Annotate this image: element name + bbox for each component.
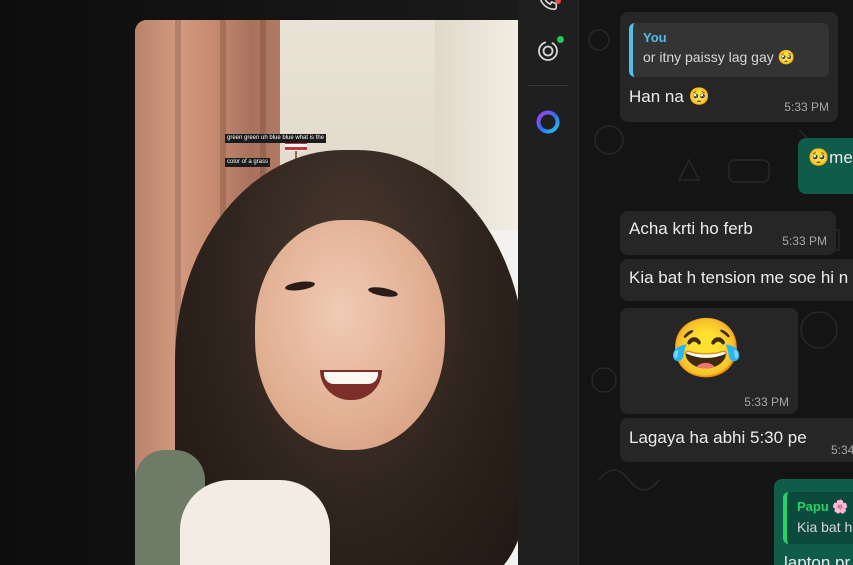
message-text: Kia bat h tension me soe hi n [629, 268, 849, 287]
caption-line: green green uh blue blue what is the [225, 134, 327, 143]
message-time: 5:33 PM [782, 234, 827, 248]
message-bubble-incoming[interactable]: Kia bat h tension me soe hi n [620, 259, 853, 301]
message-time: 5:34 [831, 443, 853, 457]
status-icon[interactable] [535, 36, 564, 64]
message-bubble-incoming[interactable]: You or itny paissy lag gay 🥺 Han na 🥺 5:… [620, 12, 838, 122]
laughing-emoji: 😂 [670, 316, 743, 381]
message-text: lapton pr [784, 553, 851, 565]
rail-divider [528, 85, 568, 86]
quote-sender: Papu 🌸 [797, 499, 849, 514]
quoted-message[interactable]: Papu 🌸 Kia bat h [783, 492, 853, 544]
screen: 10-2-8 green green uh blue blue what is … [0, 0, 853, 565]
message-bubble-outgoing[interactable]: 🥺me [798, 138, 853, 194]
message-text: Han na 🥺 [629, 87, 710, 106]
message-time: 5:33 PM [744, 395, 789, 409]
quoted-message[interactable]: You or itny paissy lag gay 🥺 [629, 23, 829, 77]
video-player[interactable]: 10-2-8 green green uh blue blue what is … [135, 20, 518, 565]
meta-ai-icon[interactable] [535, 109, 561, 135]
quote-sender: You [643, 30, 667, 45]
message-bubble-incoming[interactable]: Lagaya ha abhi 5:30 pe 5:34 [620, 418, 853, 462]
person-shoulder [180, 480, 330, 565]
quote-text: or itny paissy lag gay 🥺 [643, 49, 796, 65]
message-text: 🥺me [808, 148, 853, 167]
message-text: Lagaya ha abhi 5:30 pe [629, 428, 807, 447]
message-text: Acha krti ho ferb [629, 219, 753, 238]
nav-rail [518, 0, 579, 565]
message-bubble-incoming[interactable]: Acha krti ho ferb 5:33 PM [620, 211, 836, 255]
video-caption: green green uh blue blue what is the col… [225, 126, 345, 174]
caption-line: color of a grass [225, 158, 271, 167]
message-bubble-incoming[interactable]: 😂 5:33 PM [620, 308, 798, 414]
status-update-dot [557, 36, 564, 43]
calls-badge [555, 0, 561, 4]
chat-panel[interactable]: You or itny paissy lag gay 🥺 Han na 🥺 5:… [579, 0, 853, 565]
person-face [255, 220, 445, 450]
message-time: 5:33 PM [784, 100, 829, 114]
calls-icon[interactable] [535, 0, 561, 14]
message-bubble-outgoing[interactable]: Papu 🌸 Kia bat h lapton pr [774, 479, 853, 565]
quote-text: Kia bat h [797, 519, 853, 535]
